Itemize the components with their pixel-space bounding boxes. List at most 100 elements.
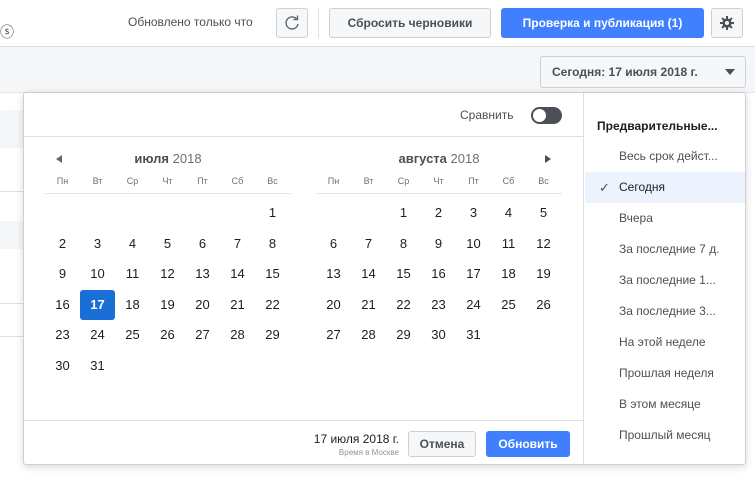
day-cell[interactable]: 10 bbox=[80, 259, 115, 289]
day-cell[interactable]: 5 bbox=[150, 229, 185, 259]
weekday-label: Вс bbox=[538, 176, 549, 186]
preset-label: Прошлый месяц bbox=[619, 428, 711, 442]
day-cell[interactable]: 27 bbox=[316, 320, 351, 350]
preset-item[interactable]: На этой неделе bbox=[585, 327, 745, 358]
preset-label: За последние 3... bbox=[619, 304, 716, 318]
date-picker-popover: Сравнить июля 2018 Пн Вт Ср Чт Пт Сб Вс 123456… bbox=[23, 92, 746, 465]
next-month-icon[interactable] bbox=[545, 155, 551, 163]
day-cell[interactable]: 19 bbox=[150, 290, 185, 320]
preset-item[interactable]: Прошлый месяц bbox=[585, 420, 745, 451]
preset-label: Прошлая неделя bbox=[619, 366, 714, 380]
gear-icon bbox=[720, 16, 734, 30]
preset-item[interactable]: ✓ Сегодня bbox=[585, 172, 745, 203]
day-cell[interactable]: 9 bbox=[421, 229, 456, 259]
preset-item[interactable]: За последние 3... bbox=[585, 296, 745, 327]
preset-item[interactable]: За последние 7 д. bbox=[585, 234, 745, 265]
day-cell[interactable]: 5 bbox=[526, 198, 561, 228]
day-cell[interactable]: 26 bbox=[526, 290, 561, 320]
day-cell[interactable]: 20 bbox=[316, 290, 351, 320]
update-button[interactable]: Обновить bbox=[486, 431, 570, 457]
day-cell[interactable]: 17 bbox=[456, 259, 491, 289]
day-cell[interactable]: 20 bbox=[185, 290, 220, 320]
day-cell[interactable]: 25 bbox=[491, 290, 526, 320]
day-cell[interactable]: 10 bbox=[456, 229, 491, 259]
day-cell[interactable]: 4 bbox=[115, 229, 150, 259]
day-cell[interactable]: 31 bbox=[80, 351, 115, 381]
day-cell[interactable]: 30 bbox=[421, 320, 456, 350]
day-cell[interactable]: 6 bbox=[316, 229, 351, 259]
day-cell[interactable]: 7 bbox=[351, 229, 386, 259]
day-cell[interactable]: 21 bbox=[220, 290, 255, 320]
checkmark-icon: ✓ bbox=[599, 180, 610, 195]
day-cell[interactable]: 23 bbox=[421, 290, 456, 320]
mouse-cursor-icon: ⓢ bbox=[0, 24, 14, 40]
day-cell[interactable]: 22 bbox=[255, 290, 290, 320]
day-cell[interactable]: 4 bbox=[491, 198, 526, 228]
day-cell[interactable]: 28 bbox=[220, 320, 255, 350]
weekday-label: Чт bbox=[162, 176, 173, 186]
refresh-button[interactable] bbox=[276, 8, 308, 38]
preset-item[interactable]: Весь срок дейст... bbox=[585, 141, 745, 172]
day-cell[interactable]: 21 bbox=[351, 290, 386, 320]
weekday-header-row: Пн Вт Ср Чт Пт Сб Вс bbox=[316, 172, 562, 194]
day-cell[interactable]: 30 bbox=[45, 351, 80, 381]
day-cell[interactable]: 8 bbox=[386, 229, 421, 259]
preset-list: Весь срок дейст... ✓ Сегодня Вчера За послед… bbox=[585, 141, 745, 451]
day-cell[interactable]: 12 bbox=[150, 259, 185, 289]
day-cell[interactable]: 18 bbox=[115, 290, 150, 320]
day-cell[interactable]: 24 bbox=[80, 320, 115, 350]
preset-item[interactable]: За последние 1... bbox=[585, 265, 745, 296]
day-cell[interactable]: 13 bbox=[185, 259, 220, 289]
preset-item[interactable]: Прошлая неделя bbox=[585, 358, 745, 389]
date-range-dropdown[interactable]: Сегодня: 17 июля 2018 г. bbox=[540, 56, 746, 88]
month-year: 2018 bbox=[450, 151, 480, 166]
day-cell[interactable]: 14 bbox=[220, 259, 255, 289]
day-cell[interactable]: 11 bbox=[115, 259, 150, 289]
day-cell[interactable]: 29 bbox=[386, 320, 421, 350]
day-cell[interactable]: 18 bbox=[491, 259, 526, 289]
day-cell[interactable]: 16 bbox=[421, 259, 456, 289]
preset-item[interactable]: В этом месяце bbox=[585, 389, 745, 420]
day-cell[interactable]: 15 bbox=[255, 259, 290, 289]
day-cell[interactable]: 16 bbox=[45, 290, 80, 320]
day-cell[interactable]: 28 bbox=[351, 320, 386, 350]
day-cell[interactable]: 13 bbox=[316, 259, 351, 289]
day-cell[interactable]: 29 bbox=[255, 320, 290, 350]
day-cell[interactable]: 1 bbox=[255, 198, 290, 228]
day-cell[interactable]: 9 bbox=[45, 259, 80, 289]
day-cell[interactable]: 27 bbox=[185, 320, 220, 350]
day-cell[interactable]: 26 bbox=[150, 320, 185, 350]
day-cell[interactable]: 2 bbox=[45, 229, 80, 259]
day-cell[interactable]: 14 bbox=[351, 259, 386, 289]
cancel-button[interactable]: Отмена bbox=[408, 431, 476, 457]
compare-toggle[interactable] bbox=[531, 107, 562, 124]
day-cell[interactable]: 24 bbox=[456, 290, 491, 320]
day-cell[interactable]: 3 bbox=[456, 198, 491, 228]
settings-button[interactable] bbox=[711, 8, 743, 38]
timezone-text: Время в Москве bbox=[338, 448, 399, 457]
selected-day-cell[interactable]: 17 bbox=[80, 289, 115, 320]
previous-month-icon[interactable] bbox=[56, 155, 62, 163]
selected-date-text: 17 июля 2018 г. bbox=[313, 432, 399, 446]
day-cell[interactable]: 15 bbox=[386, 259, 421, 289]
reset-drafts-button[interactable]: Сбросить черновики bbox=[329, 8, 491, 38]
day-cell[interactable]: 1 bbox=[386, 198, 421, 228]
compare-label: Сравнить bbox=[460, 108, 514, 122]
day-cell[interactable]: 23 bbox=[45, 320, 80, 350]
preset-label: За последние 1... bbox=[619, 273, 716, 287]
day-cell[interactable]: 31 bbox=[456, 320, 491, 350]
preset-item[interactable]: Вчера bbox=[585, 203, 745, 234]
day-cell[interactable]: 8 bbox=[255, 229, 290, 259]
day-cell[interactable]: 6 bbox=[185, 229, 220, 259]
weekday-label: Пн bbox=[327, 176, 340, 186]
day-cell[interactable]: 22 bbox=[386, 290, 421, 320]
day-cell[interactable]: 11 bbox=[491, 229, 526, 259]
day-cell[interactable]: 2 bbox=[421, 198, 456, 228]
day-cell[interactable]: 12 bbox=[526, 229, 561, 259]
day-cell[interactable]: 3 bbox=[80, 229, 115, 259]
review-publish-button[interactable]: Проверка и публикация (1) bbox=[501, 8, 704, 38]
toolbar-divider bbox=[318, 8, 319, 38]
day-cell[interactable]: 25 bbox=[115, 320, 150, 350]
day-cell[interactable]: 7 bbox=[220, 229, 255, 259]
day-cell[interactable]: 19 bbox=[526, 259, 561, 289]
